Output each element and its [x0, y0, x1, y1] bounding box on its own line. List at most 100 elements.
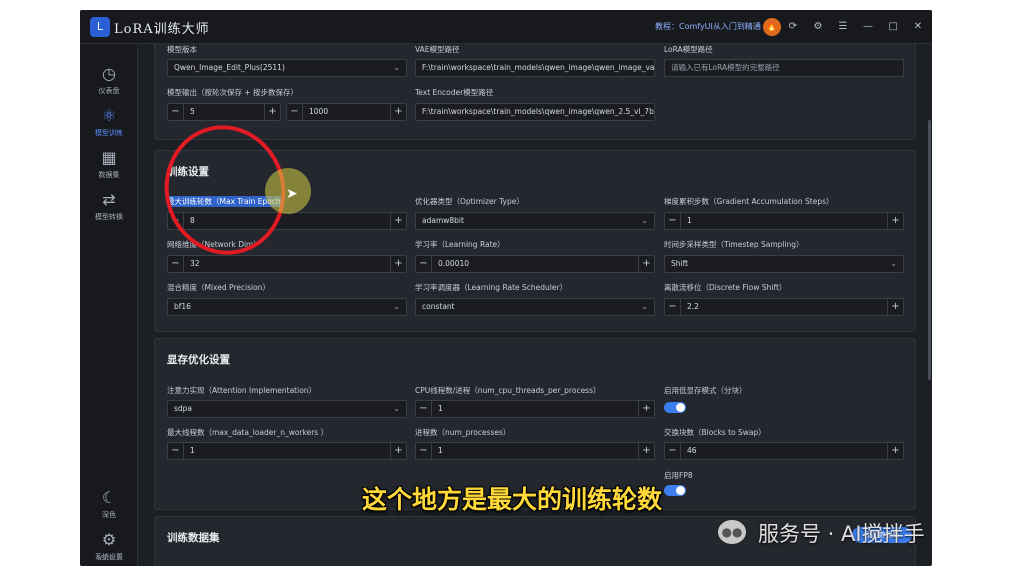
model-version-value: Qwen_Image_Edit_Plus(2511)	[174, 63, 285, 72]
settings-icon: ⚙	[101, 530, 117, 549]
minimize-button[interactable]: —	[860, 19, 876, 35]
plus-icon[interactable]: +	[390, 443, 406, 459]
plus-icon[interactable]: +	[638, 256, 654, 272]
flow-shift-value: 2.2	[687, 302, 699, 311]
plus-icon[interactable]: +	[887, 443, 903, 459]
network-dim-value: 32	[190, 259, 200, 268]
dashboard-icon: ◷	[102, 64, 116, 83]
scheduler-select[interactable]: constant ⌄	[415, 298, 655, 316]
save-interval-label: 模型输出（按轮次保存 + 按步数保存）	[167, 88, 299, 97]
blocks-swap-stepper[interactable]: − 46 +	[664, 442, 904, 460]
learning-rate-value: 0.00010	[438, 259, 470, 268]
wechat-icon: ●●	[718, 520, 746, 544]
plus-icon[interactable]: +	[887, 213, 903, 229]
video-subtitle: 这个地方是最大的训练轮数	[361, 485, 662, 514]
minus-icon[interactable]: −	[416, 443, 432, 459]
scrollbar[interactable]	[928, 120, 931, 380]
minus-icon[interactable]: −	[665, 213, 681, 229]
minus-icon[interactable]: −	[665, 299, 681, 315]
low-vram-toggle[interactable]	[664, 402, 686, 413]
chevron-down-icon: ⌄	[641, 216, 648, 225]
save-steps-stepper[interactable]: − 1000 +	[286, 103, 407, 121]
convert-icon: ⇄	[102, 190, 116, 209]
app-version: V2.6.1	[97, 554, 121, 562]
minus-icon[interactable]: −	[168, 256, 184, 272]
attention-label: 注意力实现（Attention Implementation）	[167, 386, 317, 395]
timestep-value: Shift	[671, 259, 689, 268]
menu-icon[interactable]: ☰	[835, 19, 851, 35]
sidebar-item-training[interactable]: ⚛ 模型训练	[80, 106, 138, 138]
optimizer-select[interactable]: adamw8bit ⌄	[415, 212, 655, 230]
attention-value: sdpa	[174, 404, 193, 413]
gear-icon[interactable]: ⚙	[810, 19, 826, 35]
model-version-select[interactable]: Qwen_Image_Edit_Plus(2511) ⌄	[167, 59, 407, 77]
workers-value: 1	[190, 446, 195, 455]
sidebar-item-dashboard[interactable]: ◷ 仪表盘	[80, 64, 138, 96]
attention-select[interactable]: sdpa ⌄	[167, 400, 407, 418]
cpu-threads-value: 1	[438, 404, 443, 413]
tutorial-link[interactable]: 教程：ComfyUI从入门到精通	[655, 21, 761, 32]
timestep-label: 时间步采样类型（Timestep Sampling）	[664, 240, 804, 249]
vae-path-label: VAE模型路径	[415, 45, 460, 54]
cpu-threads-stepper[interactable]: − 1 +	[415, 400, 655, 418]
chevron-down-icon: ⌄	[393, 404, 400, 413]
workers-label: 最大线程数（max_data_loader_n_workers ）	[167, 428, 329, 437]
precision-label: 混合精度（Mixed Precision）	[167, 283, 270, 292]
model-training-icon: ⚛	[101, 106, 117, 125]
learning-rate-label: 学习率（Learning Rate）	[415, 240, 505, 249]
vae-path-input[interactable]: F:\train\workspace\train_models\qwen_ima…	[415, 59, 655, 77]
plus-icon[interactable]: +	[887, 299, 903, 315]
chevron-down-icon: ⌄	[393, 302, 400, 311]
plus-icon[interactable]: +	[390, 256, 406, 272]
sidebar-item-label: 仪表盘	[98, 87, 120, 95]
sidebar-item-label: 模型转换	[95, 213, 123, 221]
learning-rate-stepper[interactable]: − 0.00010 +	[415, 255, 655, 273]
title-bar: L LoRA训练大师 教程：ComfyUI从入门到精通 🔥 ⟳ ⚙ ☰ — □ …	[80, 10, 932, 44]
cpu-threads-label: CPU线程数/进程（num_cpu_threads_per_process）	[415, 386, 601, 395]
save-epochs-stepper[interactable]: − 5 +	[167, 103, 281, 121]
maximize-button[interactable]: □	[885, 19, 901, 35]
chevron-down-icon: ⌄	[393, 63, 400, 72]
sidebar-item-label: 数据集	[98, 171, 120, 179]
optimizer-value: adamw8bit	[422, 216, 464, 225]
scheduler-value: constant	[422, 302, 455, 311]
text-encoder-input[interactable]: F:\train\workspace\train_models\qwen_ima…	[415, 103, 655, 121]
minus-icon[interactable]: −	[416, 401, 432, 417]
flow-shift-stepper[interactable]: − 2.2 +	[664, 298, 904, 316]
flow-shift-label: 离散流移位（Discrete Flow Shift）	[664, 283, 787, 292]
precision-select[interactable]: bf16 ⌄	[167, 298, 407, 316]
minus-icon[interactable]: −	[168, 104, 184, 120]
minus-icon[interactable]: −	[287, 104, 303, 120]
network-dim-stepper[interactable]: − 32 +	[167, 255, 407, 273]
timestep-select[interactable]: Shift ⌄	[664, 255, 904, 273]
plus-icon[interactable]: +	[390, 213, 406, 229]
processes-stepper[interactable]: − 1 +	[415, 442, 655, 460]
save-epochs-value: 5	[190, 107, 195, 116]
scheduler-label: 学习率调度器（Learning Rate Scheduler）	[415, 283, 568, 292]
plus-icon[interactable]: +	[638, 443, 654, 459]
processes-label: 进程数（num_processes）	[415, 428, 511, 437]
plus-icon[interactable]: +	[638, 401, 654, 417]
minus-icon[interactable]: −	[416, 256, 432, 272]
plus-icon[interactable]: +	[264, 104, 280, 120]
chevron-down-icon: ⌄	[641, 302, 648, 311]
minus-icon[interactable]: −	[665, 443, 681, 459]
memory-section-title: 显存优化设置	[167, 354, 230, 366]
toggle-knob	[676, 403, 685, 412]
workers-stepper[interactable]: − 1 +	[167, 442, 407, 460]
watermark: ●● 服务号 · AI搅拌手	[718, 516, 1018, 556]
sidebar-item-dataset[interactable]: ▦ 数据集	[80, 148, 138, 180]
refresh-icon[interactable]: ⟳	[785, 19, 801, 35]
sidebar-item-convert[interactable]: ⇄ 模型转换	[80, 190, 138, 222]
text-encoder-label: Text Encoder模型路径	[415, 88, 494, 97]
avatar[interactable]: 🔥	[763, 18, 781, 36]
precision-value: bf16	[174, 302, 191, 311]
close-button[interactable]: ✕	[910, 19, 926, 35]
grad-accum-stepper[interactable]: − 1 +	[664, 212, 904, 230]
app-title: LoRA训练大师	[114, 22, 210, 37]
plus-icon[interactable]: +	[390, 104, 406, 120]
model-version-label: 模型版本	[167, 45, 197, 54]
grad-accum-label: 梯度累积步数（Gradient Accumulation Steps）	[664, 197, 834, 206]
minus-icon[interactable]: −	[168, 443, 184, 459]
lora-path-input[interactable]: 请输入已有LoRA模型的完整路径	[664, 59, 904, 77]
